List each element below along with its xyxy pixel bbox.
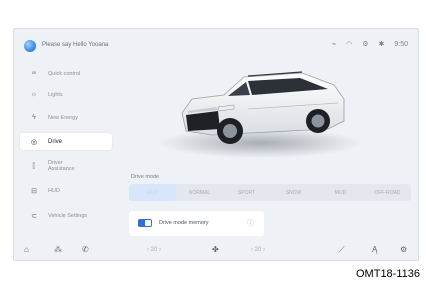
- apps-icon[interactable]: ⁂: [54, 245, 62, 254]
- signal-icon: ⌁: [331, 41, 337, 48]
- sidebar-item-label: New Energy: [48, 114, 78, 121]
- settings-icon[interactable]: ⚙: [362, 40, 368, 50]
- voice-prompt: Please say Hello Yooana: [42, 42, 109, 48]
- mode-mud[interactable]: MUD: [317, 184, 364, 201]
- sidebar-item-label: HUD: [48, 187, 60, 194]
- mode-eco[interactable]: ECO: [129, 184, 176, 201]
- seat-heating-icon[interactable]: ⟋: [339, 245, 345, 255]
- sidebar-item-new-energy[interactable]: ϟ New Energy: [20, 109, 112, 126]
- drive-mode-label: Drive mode: [131, 174, 160, 180]
- drive-mode-memory-card: Drive mode memory ⓘ: [129, 211, 264, 236]
- sidebar-item-hud[interactable]: ⊟ HUD: [20, 182, 112, 199]
- vehicle-settings-icon: ⊂: [31, 212, 37, 220]
- suv-illustration: [158, 71, 362, 158]
- wifi-icon: ◠: [346, 41, 353, 48]
- bottom-bar: ⌂ ⁂ ✆ ‹ 20 › ✤ ‹ 20 › ⟋ Ą ⚙: [14, 240, 418, 260]
- info-icon[interactable]: ⓘ: [247, 218, 254, 228]
- voice-assistant-icon[interactable]: [24, 40, 36, 52]
- driver-assist-icon: ⟦: [32, 162, 36, 170]
- mode-off-road[interactable]: OFF-ROAD: [364, 184, 411, 201]
- sidebar-item-drive[interactable]: ◎ Drive: [20, 133, 112, 150]
- sidebar-item-label: Quick control: [48, 70, 81, 77]
- seat-icon: ꟹ: [31, 70, 37, 78]
- sidebar-item-label: Driver Assistance: [48, 159, 75, 172]
- drive-icon: ◎: [30, 138, 38, 146]
- hud-icon: ⊟: [31, 187, 37, 195]
- sidebar-item-driver-assistance[interactable]: ⟦ Driver Assistance: [20, 157, 112, 174]
- phone-icon[interactable]: ✆: [82, 245, 89, 254]
- vehicle-screen: Please say Hello Yooana ⌁ ◠ ⚙ ✱ 9:50 ꟹ Q…: [13, 28, 419, 261]
- sidebar-item-lights[interactable]: ☼ Lights: [20, 86, 112, 103]
- home-icon[interactable]: ⌂: [24, 245, 29, 254]
- status-icons: ⌁ ◠ ⚙ ✱ 9:50: [332, 40, 408, 50]
- mode-normal[interactable]: NORMAL: [176, 184, 223, 201]
- drive-mode-memory-label: Drive mode memory: [159, 220, 209, 226]
- sidebar: ꟹ Quick control ☼ Lights ϟ New Energy ◎ …: [14, 63, 124, 233]
- drive-mode-selector: ECO NORMAL SPORT SNOW MUD OFF-ROAD: [129, 184, 411, 201]
- navigation-icon[interactable]: Ą: [372, 245, 377, 254]
- left-temperature[interactable]: ‹ 20 ›: [147, 247, 161, 253]
- sidebar-item-label: Drive: [48, 138, 63, 145]
- right-temperature[interactable]: ‹ 20 ›: [251, 247, 265, 253]
- sidebar-item-label: Lights: [48, 91, 63, 98]
- fan-icon[interactable]: ✤: [212, 245, 219, 254]
- energy-icon: ϟ: [32, 114, 36, 121]
- sidebar-item-vehicle-settings[interactable]: ⊂ Vehicle Settings: [20, 207, 112, 224]
- clock: 9:50: [394, 41, 408, 48]
- mode-sport[interactable]: SPORT: [223, 184, 270, 201]
- settings-gear-icon[interactable]: ⚙: [400, 245, 407, 254]
- bluetooth-icon: ✱: [378, 41, 385, 48]
- sidebar-item-quick-control[interactable]: ꟹ Quick control: [20, 65, 112, 82]
- reference-code: OMT18-1136: [356, 268, 420, 280]
- sidebar-item-label: Vehicle Settings: [48, 212, 88, 219]
- vehicle-image: [152, 51, 362, 161]
- light-icon: ☼: [30, 91, 38, 98]
- drive-mode-memory-toggle[interactable]: [138, 219, 152, 227]
- mode-snow[interactable]: SNOW: [270, 184, 317, 201]
